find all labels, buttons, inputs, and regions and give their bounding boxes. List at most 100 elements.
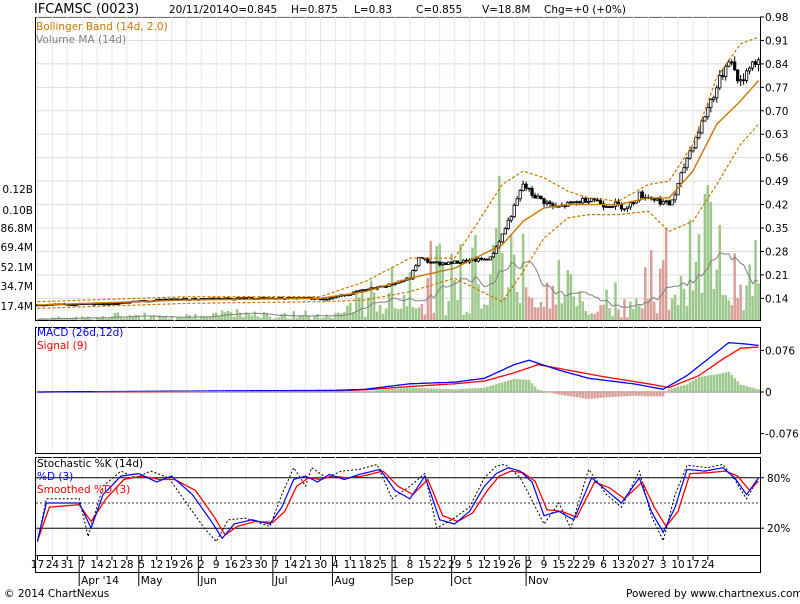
macd-histogram-bar [272,391,275,392]
candle-body [436,262,438,263]
macd-tick-label: 0 [765,387,772,399]
volume-bar [489,274,492,320]
volume-bar [248,314,251,320]
macd-histogram-bar [263,391,266,392]
stock-chart: 0.980.910.840.770.700.630.560.490.420.35… [0,0,800,600]
macd-histogram-bar [331,391,334,392]
stoch-smoothed-line [38,471,759,541]
macd-histogram-bar [257,391,260,392]
volume-bar [522,234,525,320]
macd-histogram-bar [516,379,519,392]
volume-bar [751,296,754,320]
date-tick-label: 7 [272,559,279,571]
macd-histogram-bar [394,389,397,392]
candle-body [596,200,598,201]
macd-histogram-bar [230,391,233,392]
candle-body [441,263,443,265]
macd-histogram-bar [629,392,632,396]
macd-histogram-bar [549,392,552,393]
volume-bar [227,311,230,320]
macd-histogram-bar [593,392,596,398]
macd-histogram-bar [695,379,698,392]
macd-histogram-bar [650,392,653,396]
macd-histogram-bar [459,389,462,392]
candle-body [692,148,694,151]
macd-histogram-bar [647,392,650,396]
candle-body [629,203,631,207]
volume-bar [430,241,433,320]
candle-body [325,299,327,300]
price-tick-label: 0.98 [765,12,788,24]
volume-bar [578,292,581,320]
volume-bar [319,318,322,320]
macd-histogram-bar [537,390,540,392]
macd-histogram-bar [197,391,200,392]
macd-histogram-bar [346,391,349,392]
volume-bar [367,297,370,320]
candle-body [668,201,670,205]
macd-histogram-bar [471,388,474,392]
volume-bar [707,185,710,320]
candle-body [364,289,366,290]
macd-histogram-bar [319,391,322,392]
candle-body [427,259,429,262]
price-tick-label: 0.77 [765,82,788,94]
macd-histogram-bar [310,391,313,392]
header-high: H=0.875 [291,4,338,16]
macd-histogram-bar [626,392,629,396]
macd-histogram-bar [617,392,620,397]
candle-body [757,60,759,65]
volume-bar [200,316,203,320]
candle-body [385,287,387,288]
candle-body [108,304,110,305]
volume-bar [334,313,337,320]
volume-bar [555,305,558,320]
macd-histogram-bar [269,391,272,392]
volume-bar [727,300,730,320]
date-tick-label: 27 [642,559,655,571]
macd-histogram-bar [611,392,614,397]
volume-bar [596,312,599,320]
candle-body [69,305,71,306]
macd-histogram-bar [701,377,704,392]
volume-bar [257,317,260,320]
candle-body [525,184,527,188]
candle-body [117,304,119,305]
volume-bar [564,297,567,320]
macd-histogram-bar [361,391,364,392]
macd-histogram-bar [641,392,644,396]
macd-histogram-bar [540,390,543,392]
volume-bar [680,276,683,320]
macd-histogram-bar [435,389,438,392]
volume-bar [540,302,543,320]
date-tick-label: 19 [493,559,506,571]
candle-body [361,290,363,291]
volume-bar [158,315,161,320]
macd-histogram-bar [581,392,584,398]
macd-histogram-bar [599,392,602,398]
candle-body [534,195,536,198]
date-tick-label: 14 [90,559,104,571]
macd-histogram-bar [382,390,385,392]
candle-body [322,299,324,300]
date-tick-label: 7 [79,559,86,571]
macd-histogram-bar [739,385,742,392]
candle-body [552,204,554,206]
month-tick-label: Nov [528,575,549,587]
date-tick-label: 21 [299,559,312,571]
macd-histogram-bar [388,389,391,392]
legend-stoch-k: Stochastic %K (14d) [37,458,143,470]
candle-body [450,262,452,263]
volume-bar [421,304,424,320]
macd-histogram-bar [173,391,176,392]
volume-bar [501,253,504,320]
macd-histogram-bar [400,388,403,392]
candle-body [447,262,449,265]
macd-histogram-bar [742,385,745,392]
macd-histogram-bar [367,391,370,392]
candle-body [480,258,482,259]
volume-bar [272,319,275,320]
macd-histogram-bar [218,391,221,392]
candle-body [75,305,77,306]
macd-histogram-bar [730,375,733,392]
